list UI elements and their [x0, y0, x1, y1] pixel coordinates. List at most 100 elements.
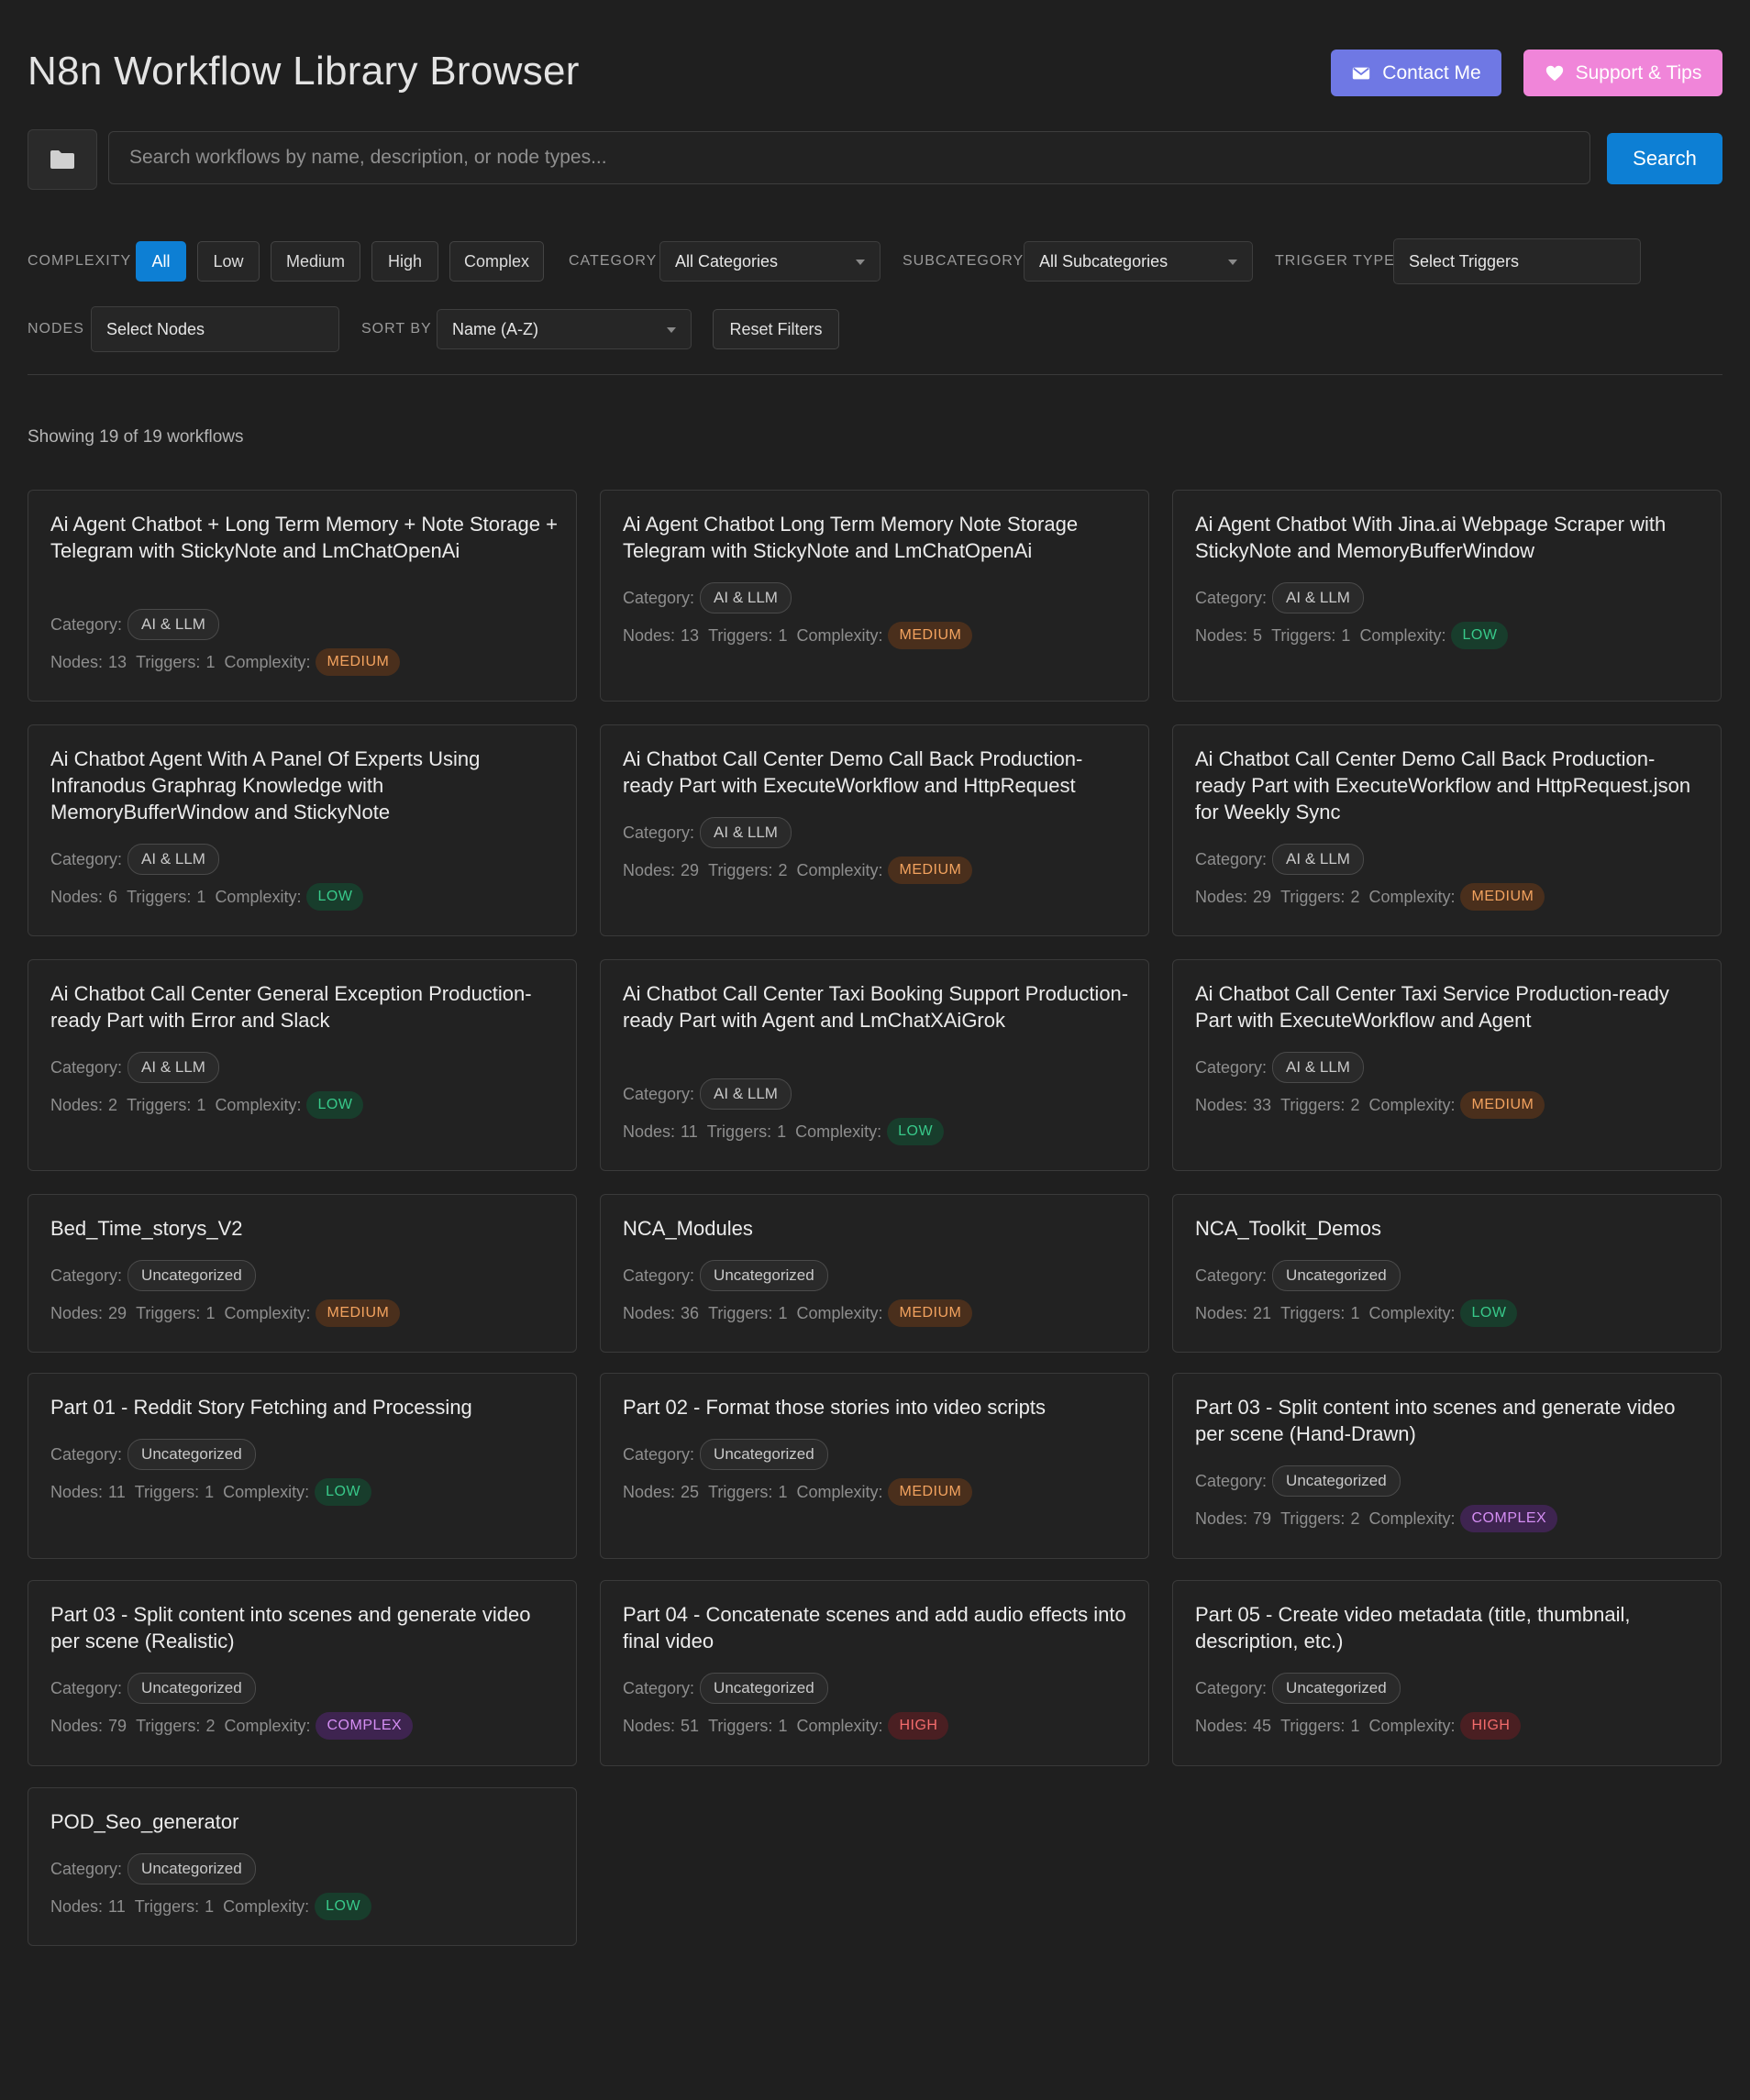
- workflow-stats-row: Nodes: 21 Triggers: 1 Complexity: LOW: [1195, 1299, 1518, 1327]
- sort-by-select[interactable]: Name (A-Z): [437, 309, 692, 349]
- contact-me-button[interactable]: Contact Me: [1331, 50, 1501, 96]
- triggers-label: Triggers:: [1280, 1303, 1346, 1322]
- search-input[interactable]: [108, 131, 1590, 184]
- workflow-title[interactable]: Part 02 - Format those stories into vide…: [623, 1394, 1132, 1420]
- caret-down-icon: [667, 327, 676, 333]
- category-pill: Uncategorized: [127, 1260, 256, 1291]
- contact-me-label: Contact Me: [1382, 61, 1481, 83]
- workflow-card[interactable]: Part 05 - Create video metadata (title, …: [1172, 1580, 1722, 1766]
- workflow-card[interactable]: Part 02 - Format those stories into vide…: [600, 1373, 1149, 1559]
- workflow-title[interactable]: NCA_Toolkit_Demos: [1195, 1215, 1704, 1242]
- workflow-title[interactable]: Ai Chatbot Call Center Taxi Booking Supp…: [623, 980, 1132, 1033]
- workflow-category-row: Category: AI & LLM: [50, 609, 219, 640]
- search-button[interactable]: Search: [1607, 133, 1722, 184]
- workflow-category-row: Category: AI & LLM: [50, 844, 219, 875]
- triggers-label: Triggers:: [134, 1482, 200, 1501]
- workflow-card[interactable]: NCA_Modules Category: Uncategorized Nodes: 3…: [600, 1194, 1149, 1353]
- category-label: Category:: [623, 1678, 695, 1697]
- complexity-label: Complexity:: [223, 1482, 310, 1501]
- workflow-title[interactable]: Ai Agent Chatbot + Long Term Memory + No…: [50, 511, 559, 564]
- workflow-stats-row: Nodes: 51 Triggers: 1 Complexity: HIGH: [623, 1712, 949, 1740]
- nodes-label: Nodes:: [623, 1122, 676, 1141]
- workflow-title[interactable]: Ai Chatbot Call Center Demo Call Back Pr…: [623, 746, 1132, 799]
- triggers-stat: Triggers: 1: [135, 1483, 214, 1502]
- workflow-card[interactable]: Part 03 - Split content into scenes and …: [1172, 1373, 1722, 1559]
- reset-filters-button[interactable]: Reset Filters: [713, 309, 839, 349]
- workflow-card[interactable]: Ai Chatbot Call Center Taxi Service Prod…: [1172, 959, 1722, 1171]
- workflow-title[interactable]: Ai Chatbot Call Center Taxi Service Prod…: [1195, 980, 1704, 1033]
- nodes-select-value: Select Nodes: [106, 319, 205, 338]
- trigger-type-select[interactable]: Select Triggers: [1393, 238, 1641, 284]
- workflow-card[interactable]: Part 04 - Concatenate scenes and add aud…: [600, 1580, 1149, 1766]
- complexity-medium-button[interactable]: Medium: [271, 241, 360, 282]
- complexity-label: Complexity:: [224, 1303, 311, 1322]
- workflow-card[interactable]: Ai Chatbot Call Center Taxi Booking Supp…: [600, 959, 1149, 1171]
- workflow-title[interactable]: Part 01 - Reddit Story Fetching and Proc…: [50, 1394, 559, 1420]
- triggers-value: 1: [205, 1896, 215, 1916]
- triggers-label: Triggers:: [127, 887, 192, 906]
- workflow-stats-row: Nodes: 11 Triggers: 1 Complexity: LOW: [50, 1478, 372, 1506]
- triggers-value: 1: [778, 1482, 788, 1501]
- complexity-badge: LOW: [306, 1091, 364, 1119]
- subcategory-select[interactable]: All Subcategories: [1024, 241, 1253, 282]
- complexity-high-button[interactable]: High: [371, 241, 438, 282]
- category-pill: AI & LLM: [1272, 1052, 1364, 1083]
- category-select[interactable]: All Categories: [659, 241, 881, 282]
- folder-button[interactable]: [28, 129, 97, 190]
- complexity-label: Complexity:: [223, 1896, 310, 1916]
- workflow-title[interactable]: Ai Agent Chatbot Long Term Memory Note S…: [623, 511, 1132, 564]
- workflow-card[interactable]: Ai Agent Chatbot + Long Term Memory + No…: [28, 490, 577, 702]
- nodes-select[interactable]: Select Nodes: [91, 306, 339, 352]
- complexity-badge: MEDIUM: [316, 1299, 401, 1327]
- workflow-card[interactable]: Bed_Time_storys_V2 Category: Uncategorized…: [28, 1194, 577, 1353]
- workflow-stats-row: Nodes: 79 Triggers: 2 Complexity: COMPLEX: [50, 1712, 414, 1740]
- workflow-title[interactable]: Part 05 - Create video metadata (title, …: [1195, 1601, 1704, 1654]
- complexity-low-button[interactable]: Low: [197, 241, 260, 282]
- workflow-title[interactable]: Ai Chatbot Call Center General Exception…: [50, 980, 559, 1033]
- nodes-label: Nodes:: [623, 1303, 676, 1322]
- workflow-title[interactable]: POD_Seo_generator: [50, 1808, 559, 1835]
- workflow-card[interactable]: Ai Chatbot Agent With A Panel Of Experts…: [28, 724, 577, 936]
- triggers-stat: Triggers: 1: [136, 1304, 215, 1323]
- nodes-stat: Nodes: 79: [1195, 1509, 1271, 1529]
- trigger-type-filter-label: TRIGGER TYPE: [1275, 253, 1395, 269]
- workflow-title[interactable]: Part 04 - Concatenate scenes and add aud…: [623, 1601, 1132, 1654]
- workflow-card[interactable]: Ai Chatbot Call Center Demo Call Back Pr…: [600, 724, 1149, 936]
- triggers-value: 1: [205, 652, 216, 671]
- workflow-card[interactable]: Ai Chatbot Call Center General Exception…: [28, 959, 577, 1171]
- triggers-value: 1: [205, 1482, 215, 1501]
- complexity-badge: MEDIUM: [1460, 883, 1545, 911]
- workflow-card[interactable]: Ai Chatbot Call Center Demo Call Back Pr…: [1172, 724, 1722, 936]
- workflow-title[interactable]: Bed_Time_storys_V2: [50, 1215, 559, 1242]
- nodes-stat: Nodes: 45: [1195, 1717, 1271, 1736]
- triggers-stat: Triggers: 1: [1280, 1304, 1359, 1323]
- workflow-category-row: Category: Uncategorized: [1195, 1260, 1401, 1291]
- workflow-title[interactable]: Part 03 - Split content into scenes and …: [1195, 1394, 1704, 1447]
- category-label: Category:: [1195, 1471, 1268, 1490]
- divider: [28, 374, 1722, 375]
- nodes-value: 13: [681, 625, 700, 645]
- support-tips-button[interactable]: Support & Tips: [1523, 50, 1722, 96]
- workflow-stats-row: Nodes: 29 Triggers: 1 Complexity: MEDIUM: [50, 1299, 401, 1327]
- nodes-value: 13: [108, 652, 127, 671]
- triggers-stat: Triggers: 2: [1280, 888, 1359, 907]
- workflow-card[interactable]: Ai Agent Chatbot Long Term Memory Note S…: [600, 490, 1149, 702]
- workflow-card[interactable]: Part 03 - Split content into scenes and …: [28, 1580, 577, 1766]
- workflow-title[interactable]: Part 03 - Split content into scenes and …: [50, 1601, 559, 1654]
- workflow-title[interactable]: NCA_Modules: [623, 1215, 1132, 1242]
- workflow-title[interactable]: Ai Agent Chatbot With Jina.ai Webpage Sc…: [1195, 511, 1704, 564]
- complexity-complex-button[interactable]: Complex: [449, 241, 544, 282]
- workflow-title[interactable]: Ai Chatbot Agent With A Panel Of Experts…: [50, 746, 559, 825]
- workflow-card[interactable]: POD_Seo_generator Category: Uncategorized N…: [28, 1787, 577, 1946]
- nodes-value: 25: [681, 1482, 700, 1501]
- triggers-stat: Triggers: 1: [708, 1304, 787, 1323]
- workflow-card[interactable]: Ai Agent Chatbot With Jina.ai Webpage Sc…: [1172, 490, 1722, 702]
- complexity-badge: LOW: [315, 1478, 372, 1506]
- category-pill: AI & LLM: [700, 582, 792, 613]
- workflow-card[interactable]: NCA_Toolkit_Demos Category: Uncategorized N…: [1172, 1194, 1722, 1353]
- workflow-title[interactable]: Ai Chatbot Call Center Demo Call Back Pr…: [1195, 746, 1704, 825]
- complexity-all-button[interactable]: All: [136, 241, 186, 282]
- caret-down-icon: [856, 260, 865, 265]
- subcategory-select-value: All Subcategories: [1039, 251, 1169, 271]
- workflow-card[interactable]: Part 01 - Reddit Story Fetching and Proc…: [28, 1373, 577, 1559]
